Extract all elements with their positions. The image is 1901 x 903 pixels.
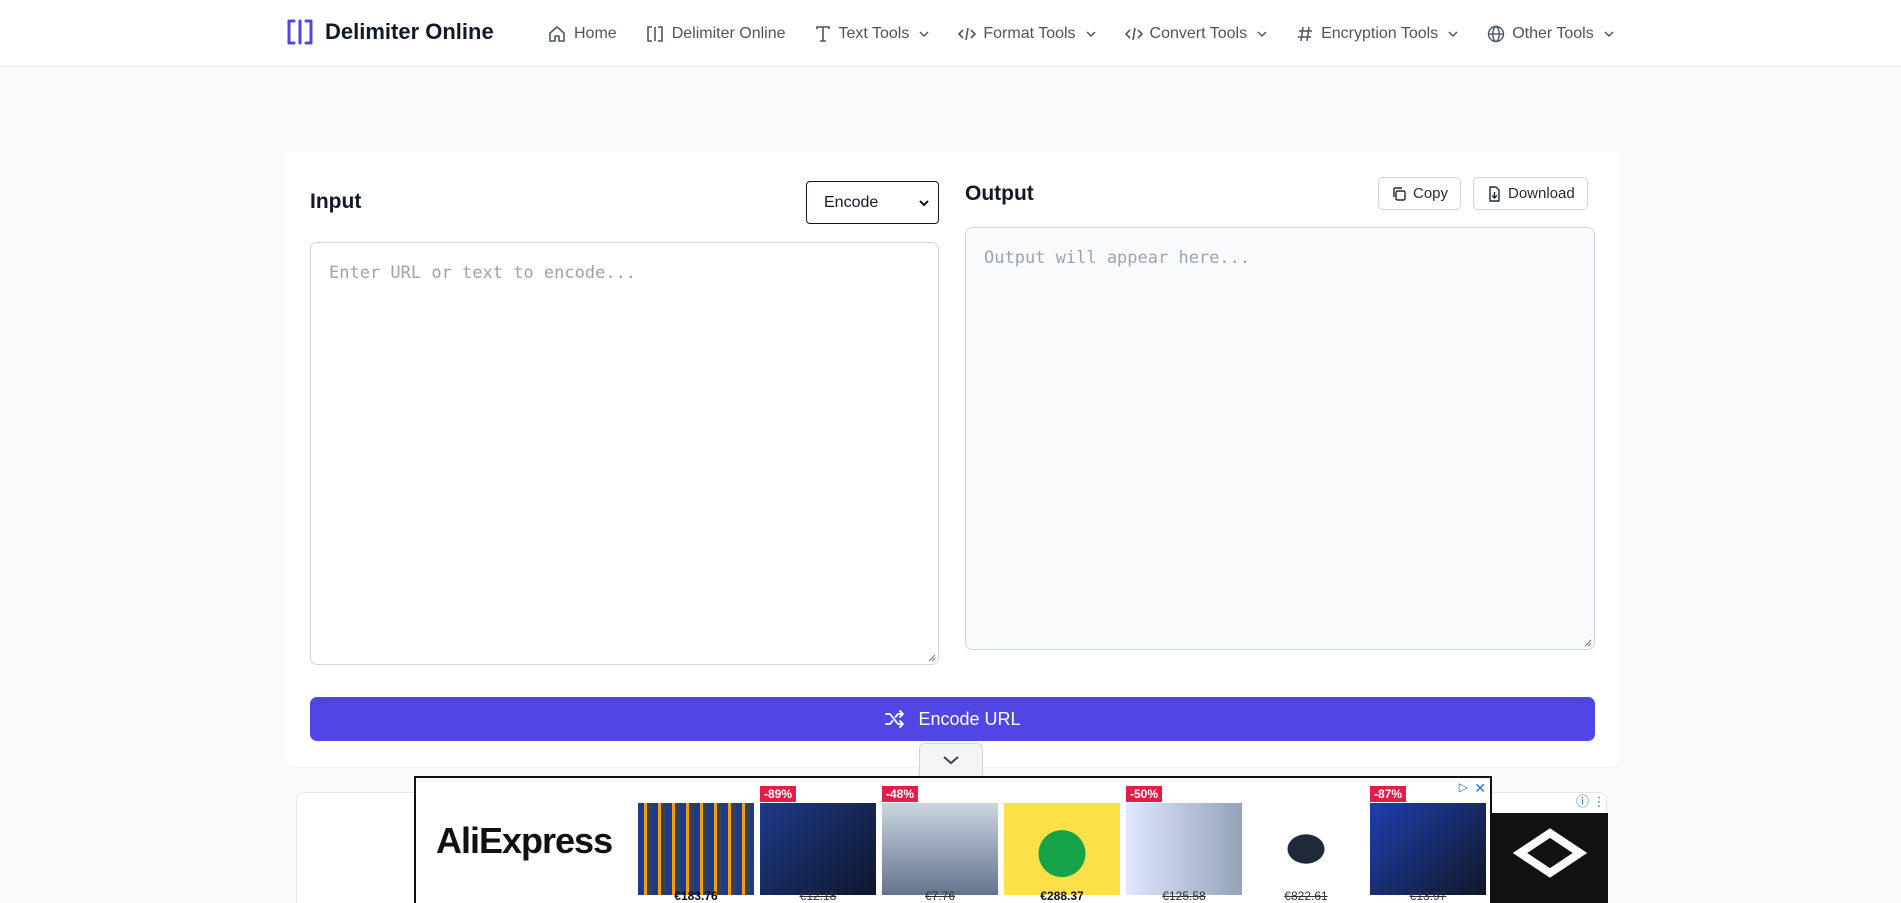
home-icon [549, 25, 565, 42]
product-image [1004, 803, 1120, 895]
bracket-logo-icon [287, 19, 313, 45]
code-icon [958, 27, 977, 40]
ad-price: €7.76 [924, 889, 956, 903]
mode-select[interactable]: Encode [806, 181, 939, 224]
main-nav: Home Delimiter Online Text Tools Format … [547, 0, 1615, 67]
resize-handle-icon[interactable] [926, 652, 936, 662]
nav-encryption-tools[interactable]: Encryption Tools [1296, 25, 1459, 43]
chevron-down-icon [1604, 30, 1614, 37]
download-file-icon [1489, 185, 1500, 202]
nav-encryption-tools-label: Encryption Tools [1321, 24, 1439, 42]
ad-product[interactable]: -50% €125.58 [1126, 783, 1242, 903]
ad-collapse-toggle[interactable] [919, 743, 983, 776]
nav-format-tools[interactable]: Format Tools [958, 25, 1096, 43]
product-image [1248, 803, 1364, 895]
chevron-down-icon [1448, 30, 1458, 37]
discount-badge: -87% [1370, 786, 1407, 802]
ad-price: €12.18 [799, 889, 837, 903]
encode-url-button[interactable]: Encode URL [310, 697, 1595, 741]
ad-brand: AliExpress [436, 820, 613, 861]
product-image [760, 803, 876, 895]
product-image [882, 803, 998, 895]
product-image [638, 803, 754, 895]
output-title: Output [965, 182, 1034, 205]
cube-logo-icon [1512, 828, 1588, 878]
nav-convert-tools-label: Convert Tools [1149, 24, 1248, 42]
site-header: Delimiter Online Home Delimiter Online T… [0, 0, 1901, 67]
ad-product[interactable]: €822.61 [1248, 783, 1364, 903]
output-textarea[interactable]: Output will appear here... [965, 227, 1595, 650]
side-ad-image[interactable] [1490, 813, 1608, 903]
nav-other-tools-label: Other Tools [1512, 24, 1594, 42]
ad-price: €13.97 [1409, 889, 1447, 903]
input-title: Input [310, 190, 362, 213]
discount-badge: -48% [882, 786, 919, 802]
copy-button[interactable]: Copy [1378, 177, 1462, 210]
ad-product[interactable]: €288.37 [1004, 783, 1120, 903]
product-image [1370, 803, 1486, 895]
globe-icon [1487, 25, 1505, 42]
resize-handle-icon[interactable] [1582, 637, 1592, 647]
input-placeholder: Enter URL or text to encode... [329, 263, 637, 283]
chevron-down-icon [1086, 30, 1096, 37]
shuffle-icon [885, 710, 905, 728]
nav-home[interactable]: Home [547, 24, 617, 44]
nav-other-tools[interactable]: Other Tools [1487, 25, 1615, 43]
product-image [1126, 803, 1242, 895]
ad-price: €183.76 [674, 889, 718, 903]
ad-product[interactable]: €183.76 [638, 783, 754, 903]
chevron-down-icon [943, 756, 959, 765]
nav-text-tools[interactable]: Text Tools [814, 25, 931, 43]
output-placeholder: Output will appear here... [984, 248, 1251, 268]
ad-price: €288.37 [1040, 889, 1084, 903]
copy-icon [1393, 186, 1406, 201]
ad-product[interactable]: -89% €12.18 [760, 783, 876, 903]
nav-home-label: Home [574, 24, 617, 42]
copy-label: Copy [1413, 185, 1449, 202]
download-label: Download [1508, 185, 1575, 202]
chevron-down-icon [1257, 30, 1267, 37]
ad-info-icon[interactable]: ⓘ ⋮ [1576, 791, 1606, 810]
nav-text-tools-label: Text Tools [838, 24, 910, 42]
nav-convert-tools[interactable]: Convert Tools [1124, 24, 1269, 43]
ad-price: €125.58 [1162, 889, 1206, 903]
brand-name: Delimiter Online [325, 19, 494, 44]
brand-link[interactable]: Delimiter Online [285, 18, 494, 46]
input-textarea[interactable]: Enter URL or text to encode... [310, 242, 939, 665]
code-icon [1124, 27, 1143, 40]
bracket-icon [646, 25, 663, 42]
chevron-down-icon [919, 30, 929, 37]
ad-price: €822.61 [1284, 889, 1328, 903]
discount-badge: -50% [1126, 786, 1163, 802]
chevron-down-icon [919, 200, 929, 207]
ad-product[interactable]: -87% €13.97 [1370, 783, 1486, 903]
ad-product[interactable]: -48% €7.76 [882, 783, 998, 903]
download-button[interactable]: Download [1473, 177, 1588, 210]
discount-badge: -89% [760, 786, 797, 802]
ad-banner[interactable]: AliExpress ▷ ✕ €183.76 -89% €12.18 -48% … [414, 776, 1492, 903]
nav-delimiter-online[interactable]: Delimiter Online [645, 24, 786, 44]
nav-delimiter-label: Delimiter Online [671, 24, 786, 42]
encode-url-label: Encode URL [918, 708, 1021, 729]
text-icon [815, 25, 830, 42]
nav-format-tools-label: Format Tools [983, 24, 1076, 42]
hash-icon [1298, 26, 1313, 41]
mode-select-value: Encode [824, 193, 879, 211]
